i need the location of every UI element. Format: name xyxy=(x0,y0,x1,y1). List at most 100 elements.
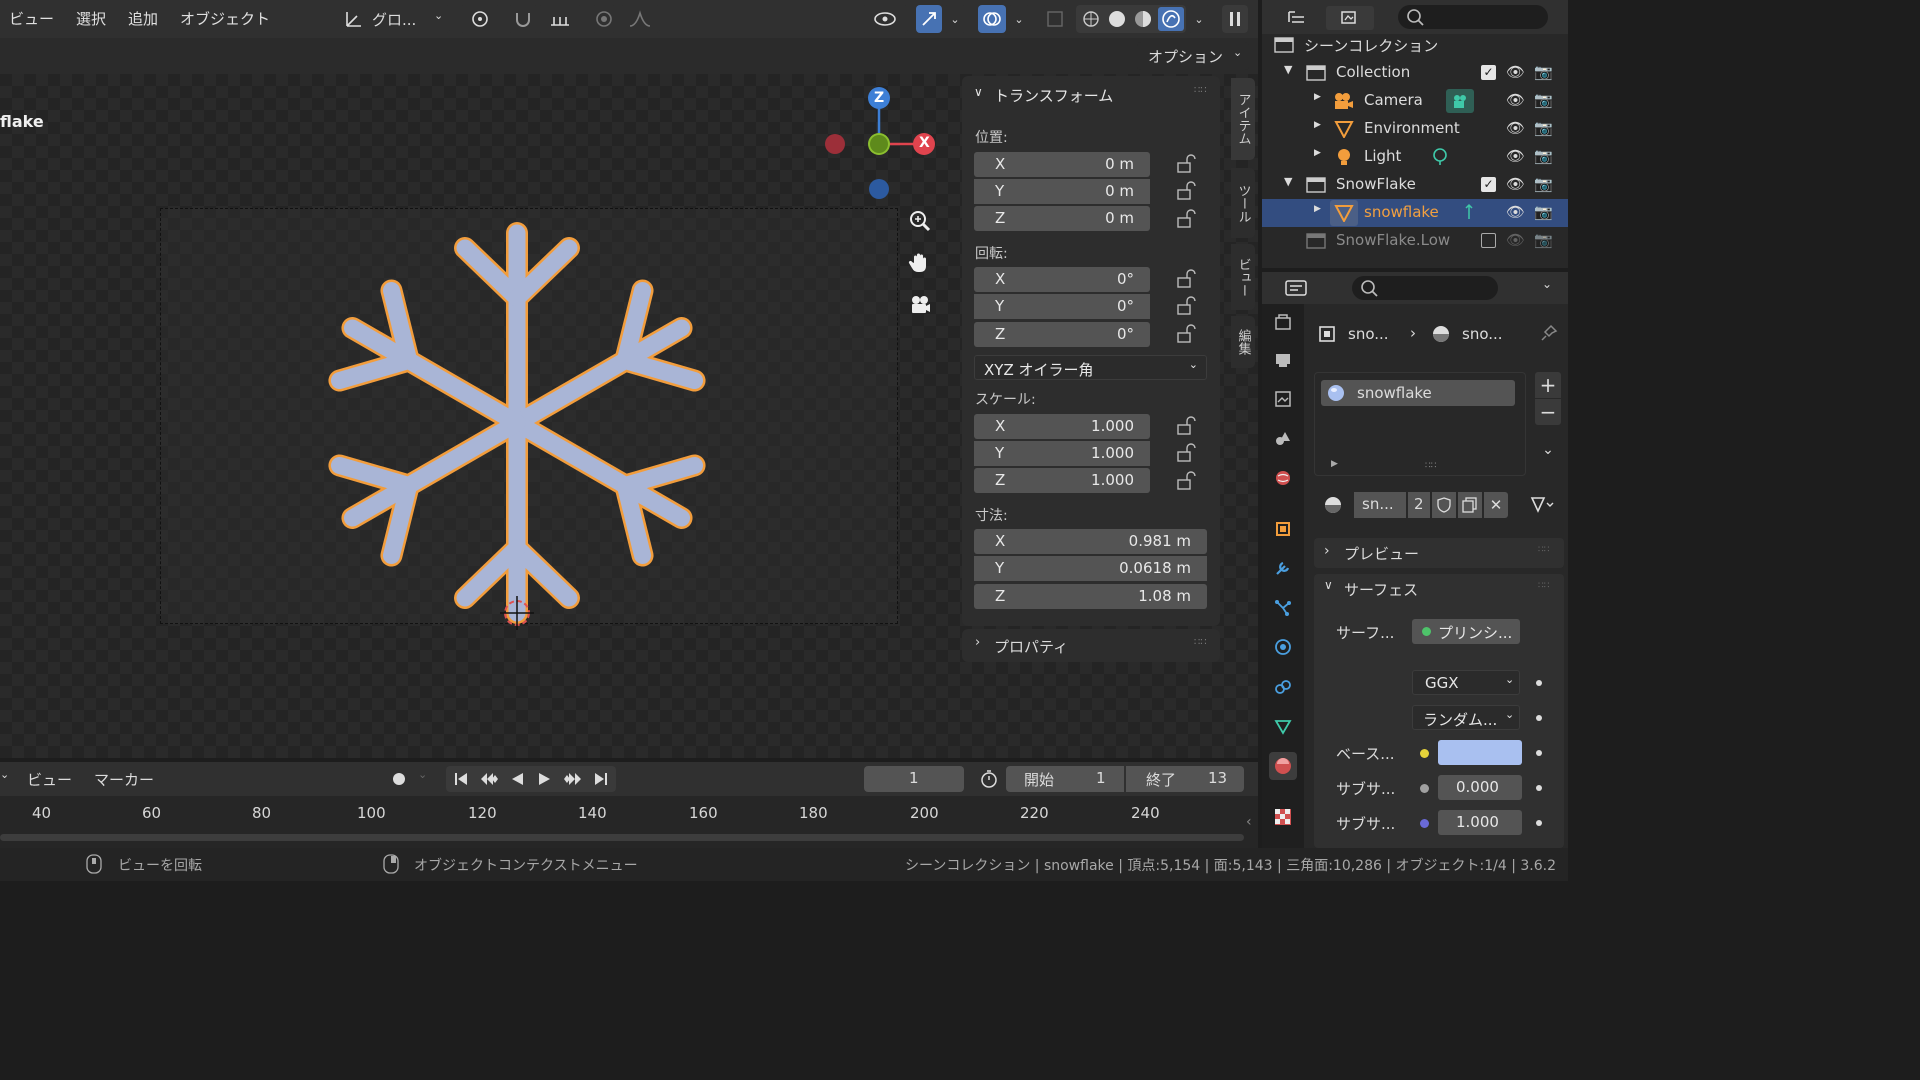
browse-material-icon[interactable] xyxy=(1314,492,1354,518)
next-keyframe-icon[interactable] xyxy=(562,769,584,789)
options-dropdown[interactable]: オプション ⌄ xyxy=(1137,42,1249,70)
base-color-swatch[interactable] xyxy=(1438,740,1522,765)
camera-render-icon[interactable]: 📷 xyxy=(1534,119,1553,137)
physics-tab-icon[interactable] xyxy=(1269,633,1297,661)
outliner-row-camera[interactable]: ▶ Camera 👁 📷 xyxy=(1262,87,1568,115)
disclosure-closed-icon[interactable]: ▶ xyxy=(1331,459,1338,469)
tool-tab-icon[interactable] xyxy=(1269,308,1297,336)
outliner-row-snowflake-object[interactable]: ▶ snowflake 👁 📷 xyxy=(1262,199,1568,227)
animate-dot-icon[interactable] xyxy=(1536,715,1542,721)
play-reverse-icon[interactable] xyxy=(506,769,528,789)
rendered-shading-icon[interactable] xyxy=(1158,7,1184,31)
surface-title[interactable]: サーフェス xyxy=(1344,579,1418,600)
outliner-row-snowflake-low[interactable]: SnowFlake.Low 👁 📷 xyxy=(1262,227,1568,255)
user-count[interactable]: 2 xyxy=(1408,492,1430,518)
material-slot-item[interactable]: snowflake xyxy=(1321,380,1515,406)
lock-icon[interactable] xyxy=(1176,269,1196,289)
chevron-down-icon[interactable]: ⌄ xyxy=(1542,277,1552,291)
close-icon[interactable]: ✕ xyxy=(1484,492,1508,518)
animate-dot-icon[interactable] xyxy=(1536,785,1542,791)
timeline-menu-marker[interactable]: マーカー xyxy=(94,769,154,790)
material-name-field[interactable]: sn... xyxy=(1354,492,1406,518)
material-shading-icon[interactable] xyxy=(1132,9,1154,29)
camera-view-icon[interactable] xyxy=(905,290,935,320)
menu-add[interactable]: 追加 xyxy=(128,8,158,29)
disclosure-closed-icon[interactable]: ▶ xyxy=(1314,148,1321,158)
chevron-down-icon[interactable]: ⌄ xyxy=(1535,437,1561,463)
visibility-icon[interactable] xyxy=(862,5,908,33)
current-frame-field[interactable]: 1 xyxy=(864,766,964,792)
animate-dot-icon[interactable] xyxy=(1536,750,1542,756)
animate-dot-icon[interactable] xyxy=(1536,820,1542,826)
disclosure-closed-icon[interactable]: ▶ xyxy=(1314,120,1321,130)
particles-tab-icon[interactable] xyxy=(1269,594,1297,622)
lock-icon[interactable] xyxy=(1176,443,1196,463)
data-tab-icon[interactable] xyxy=(1269,712,1297,740)
zoom-icon[interactable] xyxy=(905,206,935,236)
tab-item[interactable]: アイテム xyxy=(1231,78,1255,160)
menu-view[interactable]: ビュー xyxy=(9,8,54,29)
lock-icon[interactable] xyxy=(1176,209,1196,229)
fake-user-shield-icon[interactable] xyxy=(1432,492,1456,518)
camera-render-icon[interactable]: 📷 xyxy=(1534,91,1553,109)
camera-render-icon[interactable]: 📷 xyxy=(1534,63,1553,81)
chevron-down-icon[interactable]: ⌄ xyxy=(418,768,427,781)
editor-type-icon[interactable] xyxy=(1276,276,1316,300)
display-mode-icon[interactable] xyxy=(1326,6,1374,30)
tab-edit[interactable]: 編集 xyxy=(1231,316,1255,368)
disclosure-open-icon[interactable]: ▼ xyxy=(1284,63,1292,76)
menu-select[interactable]: 選択 xyxy=(76,8,106,29)
outliner-row-collection[interactable]: ▼ Collection ✓ 👁 📷 xyxy=(1262,59,1568,87)
outliner-search-input[interactable] xyxy=(1398,5,1548,29)
outliner-row-environment[interactable]: ▶ Environment 👁 📷 xyxy=(1262,115,1568,143)
distribution-dropdown[interactable]: GGX ⌄ xyxy=(1412,670,1520,695)
modifier-icon[interactable] xyxy=(1462,203,1476,221)
pivot-point-icon[interactable] xyxy=(460,5,500,33)
proportional-edit-icon[interactable] xyxy=(592,5,616,33)
dimension-z-field[interactable]: Z 1.08 m xyxy=(974,584,1207,609)
overlays-icon[interactable] xyxy=(978,5,1006,33)
eye-icon[interactable]: 👁 xyxy=(1506,175,1525,193)
eye-icon[interactable]: 👁 xyxy=(1506,203,1525,221)
properties-search-input[interactable] xyxy=(1352,276,1498,300)
animate-dot-icon[interactable] xyxy=(1536,680,1542,686)
subsurface-method-dropdown[interactable]: ランダム... ⌄ xyxy=(1412,705,1520,730)
lock-icon[interactable] xyxy=(1176,324,1196,344)
texture-tab-icon[interactable] xyxy=(1269,803,1297,831)
object-tab-icon[interactable] xyxy=(1269,515,1297,543)
tab-tool[interactable]: ツール xyxy=(1231,168,1255,238)
subsurface-field[interactable]: 0.000 xyxy=(1438,775,1522,800)
checkbox-checked-icon[interactable]: ✓ xyxy=(1481,177,1496,192)
preview-section-header[interactable]: › プレビュー ∷∷ xyxy=(1314,538,1564,568)
drag-handle-icon[interactable]: ∷∷ xyxy=(1538,545,1549,555)
scene-tab-icon[interactable] xyxy=(1269,424,1297,452)
snowflake-object[interactable] xyxy=(320,218,715,638)
render-tab-icon[interactable] xyxy=(1269,346,1297,374)
remove-slot-button[interactable]: − xyxy=(1535,399,1561,425)
resize-handle-icon[interactable]: ∷∷ xyxy=(1425,461,1436,471)
pan-hand-icon[interactable] xyxy=(905,248,935,278)
timeline-editor[interactable]: ⌄ ビュー マーカー ⌄ 1 開始 1 終了 13 40 60 80 100 1… xyxy=(0,762,1258,848)
eye-icon[interactable]: 👁 xyxy=(1506,91,1525,109)
tab-view[interactable]: ビュー xyxy=(1231,244,1255,310)
add-slot-button[interactable]: + xyxy=(1535,372,1561,398)
chevron-down-icon[interactable]: ⌄ xyxy=(0,768,9,781)
subsurface-radius-field[interactable]: 1.000 xyxy=(1438,810,1522,835)
modifier-tab-icon[interactable] xyxy=(1269,554,1297,582)
eye-icon[interactable]: 👁 xyxy=(1506,231,1525,249)
drag-handle-icon[interactable]: ∷∷ xyxy=(1538,581,1549,591)
outliner-scene-collection[interactable]: シーンコレクション xyxy=(1262,31,1568,59)
lock-icon[interactable] xyxy=(1176,296,1196,316)
pin-icon[interactable] xyxy=(1540,324,1558,342)
xray-icon[interactable] xyxy=(1042,5,1068,33)
gizmo-toggle-icon[interactable] xyxy=(916,5,942,33)
prev-keyframe-icon[interactable] xyxy=(478,769,500,789)
camera-render-icon[interactable]: 📷 xyxy=(1534,147,1553,165)
chevron-down-icon[interactable]: ⌄ xyxy=(1008,5,1030,33)
wireframe-shading-icon[interactable] xyxy=(1080,9,1102,29)
menu-object[interactable]: オブジェクト xyxy=(180,8,270,29)
world-tab-icon[interactable] xyxy=(1269,464,1297,492)
timeline-scrollbar[interactable] xyxy=(0,834,1244,841)
editor-type-icon[interactable] xyxy=(1276,6,1320,30)
dimension-y-field[interactable]: Y 0.0618 m xyxy=(974,556,1207,581)
